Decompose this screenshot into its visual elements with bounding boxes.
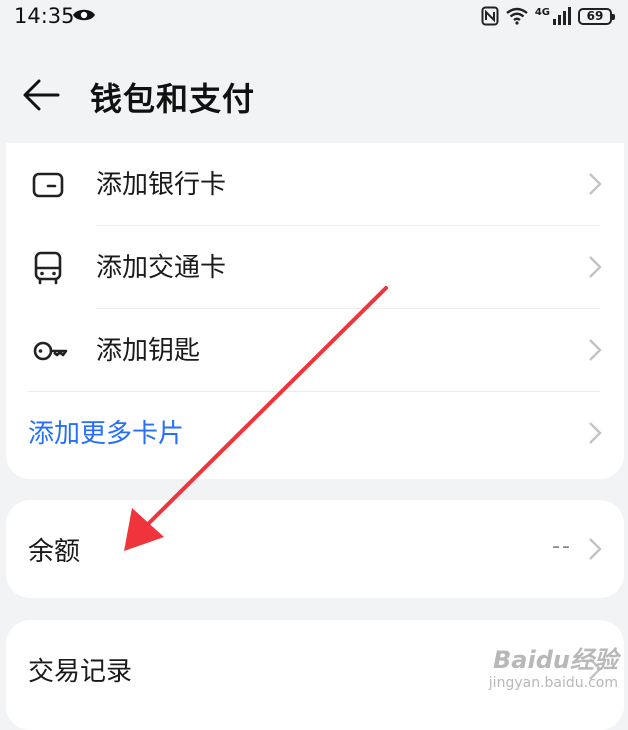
add-more-cards-label: 添加更多卡片: [28, 419, 185, 449]
status-time: 14:35: [14, 4, 75, 28]
balance-label: 余额: [28, 537, 81, 567]
key-icon: [33, 341, 68, 361]
balance-row[interactable]: 余额 --: [6, 500, 624, 598]
bus-icon: [34, 251, 62, 285]
wifi-icon: [506, 7, 528, 25]
back-arrow-icon[interactable]: [20, 76, 62, 114]
watermark: Baidu经验 jingyan.baidu.com: [489, 648, 618, 690]
add-more-cards-link[interactable]: 添加更多卡片: [6, 392, 624, 475]
list-item-add-key[interactable]: 添加钥匙: [6, 309, 624, 392]
chevron-right-icon: [589, 173, 602, 195]
eye-comfort-icon: [73, 9, 95, 21]
battery-icon: 69: [578, 7, 615, 25]
status-bar: 14:35 4G 69: [0, 0, 628, 34]
signal-icon: [553, 7, 571, 25]
list-item-label: 添加交通卡: [96, 253, 227, 283]
transactions-label: 交易记录: [28, 657, 133, 687]
page-title: 钱包和支付: [90, 80, 256, 118]
watermark-url: jingyan.baidu.com: [488, 675, 618, 691]
nfc-icon: [481, 6, 499, 26]
cards-section: 添加银行卡 添加交通卡 添加钥匙 添加更多卡片: [6, 143, 624, 479]
chevron-right-icon: [589, 339, 602, 361]
list-item-label: 添加银行卡: [96, 170, 227, 200]
top-bar: 钱包和支付: [0, 62, 628, 128]
balance-value: --: [552, 534, 572, 559]
bank-card-icon: [32, 172, 64, 198]
watermark-brand: Baidu经验: [493, 646, 618, 674]
network-type-label: 4G: [534, 6, 550, 18]
chevron-right-icon: [589, 422, 602, 444]
chevron-right-icon: [589, 538, 602, 560]
list-item-label: 添加钥匙: [96, 336, 201, 366]
list-item-add-bank-card[interactable]: 添加银行卡: [6, 143, 624, 226]
chevron-right-icon: [589, 256, 602, 278]
list-item-add-transit-card[interactable]: 添加交通卡: [6, 226, 624, 309]
